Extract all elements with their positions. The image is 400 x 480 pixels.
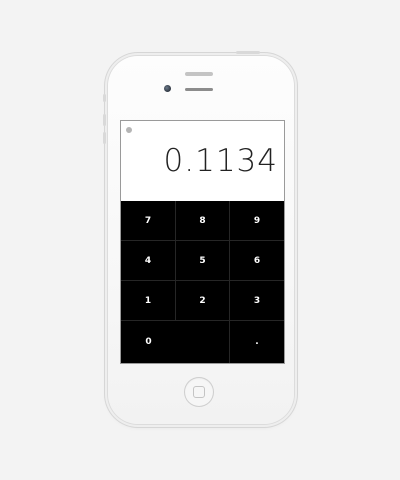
key-decimal[interactable]: . [230,321,284,363]
key-6[interactable]: 6 [230,241,284,281]
volume-down-button [103,132,106,144]
key-4[interactable]: 4 [121,241,176,281]
keypad: 7 8 9 4 5 6 1 2 3 0 . [121,201,284,363]
key-blank [176,321,230,363]
calculator-display: 0.1134 [121,121,284,199]
key-7[interactable]: 7 [121,201,176,241]
key-8[interactable]: 8 [176,201,230,241]
key-9[interactable]: 9 [230,201,284,241]
earpiece-grille-icon [185,88,213,91]
volume-up-button [103,114,106,126]
phone-device: 0.1134 7 8 9 4 5 6 1 2 3 0 . [103,51,294,424]
mute-switch [103,94,106,102]
earpiece-speaker-icon [185,72,213,76]
sleep-wake-button [236,51,260,54]
key-0[interactable]: 0 [121,321,176,363]
display-value: 0.1134 [163,143,278,179]
home-button-icon[interactable] [184,377,214,407]
key-5[interactable]: 5 [176,241,230,281]
info-icon[interactable] [126,127,132,133]
front-camera-icon [164,85,171,92]
calculator-screen: 0.1134 7 8 9 4 5 6 1 2 3 0 . [120,120,285,364]
key-2[interactable]: 2 [176,281,230,321]
key-3[interactable]: 3 [230,281,284,321]
key-1[interactable]: 1 [121,281,176,321]
home-square-icon [193,386,205,398]
